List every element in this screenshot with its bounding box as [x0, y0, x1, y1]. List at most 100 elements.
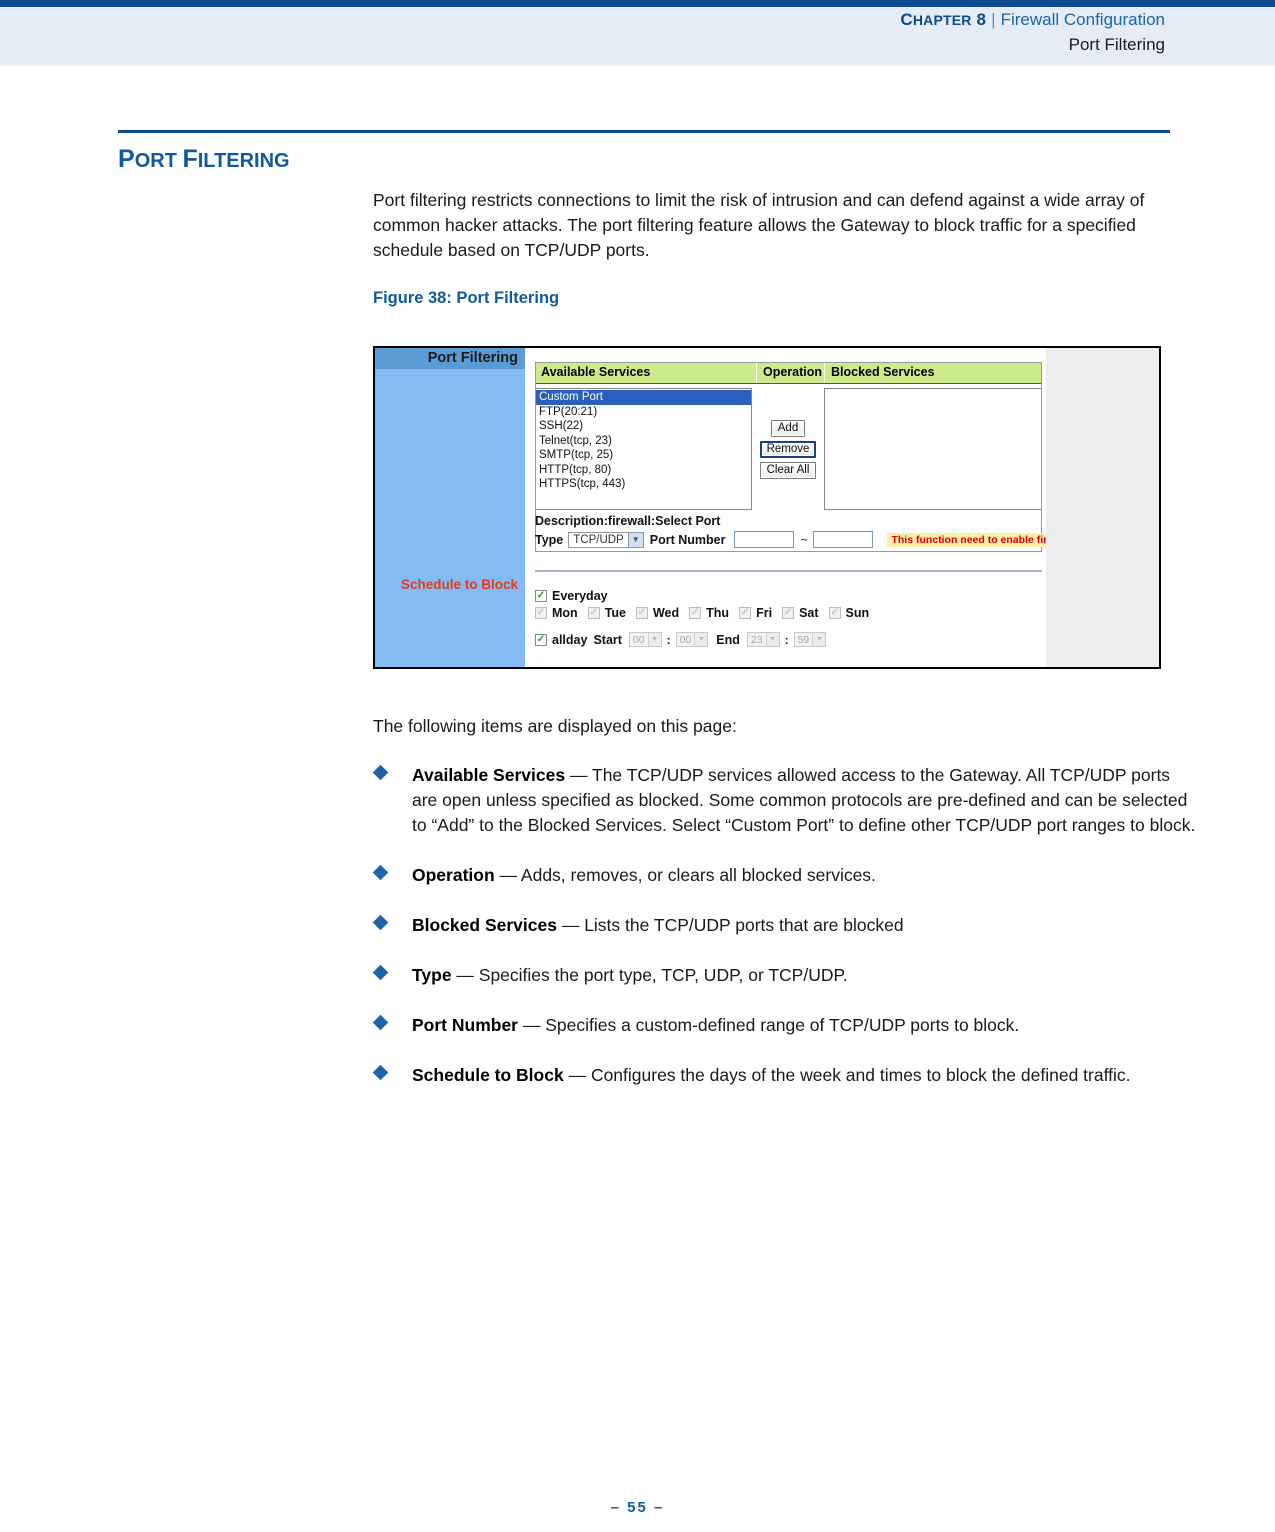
allday-label: allday: [552, 632, 588, 647]
app-sidebar-title: Port Filtering: [375, 348, 525, 369]
list-item: Port Number — Specifies a custom-defined…: [372, 1013, 1197, 1038]
mon-checkbox[interactable]: ✓: [535, 607, 547, 619]
section-rule: [118, 130, 1170, 133]
description-line: Description:firewall:Select Port: [535, 514, 721, 528]
bullet-text: Configures the days of the week and time…: [590, 1065, 1131, 1085]
column-header-blocked-services: Blocked Services: [824, 362, 1042, 383]
sidebar-item-schedule-to-block[interactable]: Schedule to Block: [401, 577, 518, 592]
wed-label: Wed: [652, 606, 680, 620]
list-item[interactable]: SSH(22): [536, 419, 751, 434]
chevron-down-icon: ▼: [627, 532, 643, 547]
chevron-down-icon: ▼: [694, 633, 708, 646]
type-select[interactable]: TCP/UDP ▼: [568, 531, 644, 548]
diamond-bullet-icon: [372, 914, 389, 931]
items-description-column: The following items are displayed on thi…: [372, 716, 1195, 1088]
app-right-filler: [1046, 348, 1159, 667]
figure-port-filtering-screenshot: Port Filtering Schedule to Block Availab…: [373, 346, 1161, 669]
services-table-header-row: Available Services Operation Blocked Ser…: [535, 362, 1042, 384]
end-hour-select[interactable]: 23 ▼: [746, 632, 780, 647]
bullet-term: Type: [412, 965, 452, 985]
items-lead-line: The following items are displayed on thi…: [373, 716, 737, 736]
bullet-text: Specifies the port type, TCP, UDP, or TC…: [478, 965, 848, 985]
type-and-port-row: Type TCP/UDP ▼ Port Number ~ This functi…: [535, 531, 1103, 548]
list-item[interactable]: SMTP(tcp, 25): [536, 448, 751, 463]
column-header-available-services: Available Services: [541, 365, 651, 379]
page-footer: – 55 –: [610, 1499, 665, 1516]
bullet-dash: —: [556, 915, 585, 935]
start-hour-select[interactable]: 00 ▼: [628, 632, 662, 647]
page-title: PORT FILTERING: [118, 145, 290, 173]
column-header-operation: Operation: [756, 362, 824, 383]
app-sidebar: Port Filtering Schedule to Block: [375, 348, 525, 667]
allday-checkbox[interactable]: ✓: [535, 633, 547, 646]
port-range-separator: ~: [800, 532, 808, 547]
bullet-text: Lists the TCP/UDP ports that are blocked: [584, 915, 904, 935]
weekday-row: ✓ Mon ✓ Tue ✓ Wed ✓ Thu ✓ Fri ✓ Sat ✓ Su…: [535, 606, 879, 620]
fri-checkbox[interactable]: ✓: [739, 607, 752, 619]
start-label: Start: [593, 632, 622, 647]
app-form-canvas: Available Services Operation Blocked Ser…: [525, 348, 1103, 667]
bullet-dash: —: [494, 865, 521, 885]
start-minute-value: 00: [679, 633, 692, 646]
bullet-term: Port Number: [412, 1015, 518, 1035]
bullet-text: Adds, removes, or clears all blocked ser…: [520, 865, 876, 885]
available-services-listbox[interactable]: Custom Port FTP(20:21) SSH(22) Telnet(tc…: [535, 388, 752, 510]
list-item[interactable]: HTTPS(tcp, 443): [536, 477, 751, 492]
tue-label: Tue: [604, 606, 626, 620]
diamond-bullet-icon: [372, 1064, 389, 1081]
clear-all-button[interactable]: Clear All: [759, 461, 817, 479]
header-separator: |: [991, 10, 996, 29]
everyday-checkbox[interactable]: ✓: [535, 590, 547, 602]
header-chapter-line: CHAPTER 8 | Firewall Configuration: [900, 9, 1165, 32]
fri-label: Fri: [756, 606, 773, 620]
app-main-area: Available Services Operation Blocked Ser…: [525, 348, 1159, 667]
wed-checkbox[interactable]: ✓: [635, 607, 648, 619]
chapter-label: CHAPTER 8: [900, 10, 987, 29]
header-subtitle: Port Filtering: [1068, 34, 1165, 54]
start-time-colon: :: [666, 632, 671, 647]
sat-label: Sat: [799, 606, 819, 620]
bullet-term: Available Services: [412, 765, 566, 785]
bullet-term: Schedule to Block: [412, 1065, 564, 1085]
chevron-down-icon: ▼: [812, 633, 826, 646]
end-hour-value: 23: [750, 633, 763, 646]
bullet-dash: —: [565, 765, 592, 785]
intro-paragraph: Port filtering restricts connections to …: [373, 190, 1145, 260]
remove-button[interactable]: Remove: [759, 440, 817, 458]
bullet-term: Operation: [412, 865, 495, 885]
bullet-text: Specifies a custom-defined range of TCP/…: [545, 1015, 1020, 1035]
list-item[interactable]: HTTP(tcp, 80): [536, 463, 751, 478]
bullet-dash: —: [517, 1015, 546, 1035]
list-item: Operation — Adds, removes, or clears all…: [372, 863, 1197, 888]
type-label: Type: [535, 532, 564, 547]
thu-label: Thu: [706, 606, 730, 620]
list-item: Schedule to Block — Configures the days …: [372, 1063, 1197, 1088]
list-item: Available Services — The TCP/UDP service…: [372, 763, 1197, 838]
port-start-input[interactable]: [734, 531, 795, 548]
list-item: Blocked Services — Lists the TCP/UDP por…: [372, 913, 1197, 938]
mon-label: Mon: [552, 606, 578, 620]
header-text-block: CHAPTER 8 | Firewall Configuration Port Fi…: [900, 9, 1165, 57]
list-item[interactable]: FTP(20:21): [536, 405, 751, 420]
start-hour-value: 00: [632, 633, 645, 646]
blocked-services-listbox[interactable]: [824, 388, 1042, 510]
end-minute-value: 59: [797, 633, 810, 646]
sun-checkbox[interactable]: ✓: [828, 607, 841, 619]
list-item[interactable]: Custom Port: [536, 390, 751, 405]
tue-checkbox[interactable]: ✓: [587, 607, 600, 619]
sat-checkbox[interactable]: ✓: [782, 607, 795, 619]
start-minute-select[interactable]: 00 ▼: [675, 632, 709, 647]
diamond-bullet-icon: [372, 764, 389, 781]
port-end-input[interactable]: [813, 531, 874, 548]
chevron-down-icon: ▼: [765, 633, 779, 646]
add-button[interactable]: Add: [770, 419, 806, 437]
services-table-body-row: Custom Port FTP(20:21) SSH(22) Telnet(tc…: [535, 388, 1042, 510]
bullet-dash: —: [563, 1065, 591, 1085]
end-minute-select[interactable]: 59 ▼: [793, 632, 827, 647]
everyday-label: Everyday: [552, 589, 608, 603]
bullet-dash: —: [451, 965, 479, 985]
list-item[interactable]: Telnet(tcp, 23): [536, 434, 751, 449]
end-time-colon: :: [784, 632, 789, 647]
thu-checkbox[interactable]: ✓: [689, 607, 702, 619]
bullet-term: Blocked Services: [412, 915, 557, 935]
